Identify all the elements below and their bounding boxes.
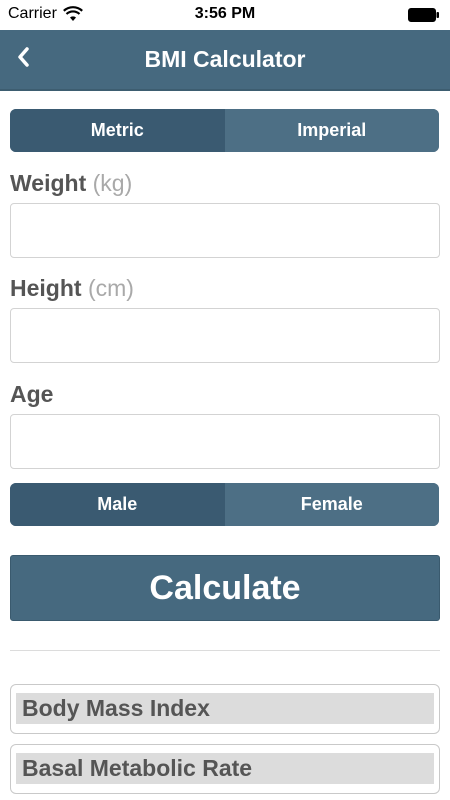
age-input[interactable] — [10, 414, 440, 469]
gender-segmented-control: Male Female — [10, 483, 439, 526]
calculate-button[interactable]: Calculate — [10, 555, 440, 621]
weight-label: Weight (kg) — [10, 170, 132, 197]
bmi-result-box: Body Mass Index — [10, 684, 440, 734]
weight-input[interactable] — [10, 203, 440, 258]
bmr-result-label: Basal Metabolic Rate — [16, 753, 434, 784]
height-unit-label: (cm) — [87, 275, 134, 301]
divider — [10, 650, 440, 651]
segment-female[interactable]: Female — [224, 483, 439, 526]
height-label-text: Height — [10, 275, 82, 301]
segment-male[interactable]: Male — [10, 483, 225, 526]
weight-label-text: Weight — [10, 170, 87, 196]
bmr-result-box: Basal Metabolic Rate — [10, 744, 440, 794]
page-title: BMI Calculator — [144, 46, 306, 72]
status-time: 3:56 PM — [194, 5, 256, 22]
segment-metric[interactable]: Metric — [10, 109, 225, 152]
height-input[interactable] — [10, 308, 440, 363]
navigation-bar: BMI Calculator — [0, 30, 450, 91]
age-label-text: Age — [10, 381, 54, 407]
battery-icon — [408, 8, 439, 22]
age-label: Age — [10, 381, 53, 408]
height-label: Height (cm) — [10, 275, 134, 302]
weight-unit-label: (kg) — [92, 170, 133, 196]
unit-segmented-control: Metric Imperial — [10, 109, 439, 152]
status-bar: Carrier 3:56 PM — [0, 0, 450, 30]
bmi-result-label: Body Mass Index — [16, 693, 434, 724]
segment-imperial[interactable]: Imperial — [224, 109, 439, 152]
